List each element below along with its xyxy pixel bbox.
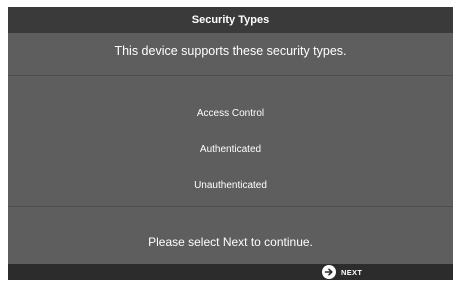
security-type-unauthenticated: Unauthenticated	[194, 180, 267, 191]
footer-bar: NEXT	[8, 264, 453, 280]
security-types-screen: Security Types This device supports thes…	[8, 7, 453, 280]
security-type-access-control: Access Control	[196, 108, 265, 119]
divider	[8, 206, 453, 207]
title-bar: Security Types	[8, 7, 453, 33]
instruction-text: Please select Next to continue.	[148, 235, 313, 249]
divider	[8, 75, 453, 76]
next-button[interactable]: NEXT	[322, 265, 362, 279]
arrow-right-circle-icon	[322, 265, 336, 279]
security-type-authenticated: Authenticated	[199, 144, 262, 155]
description-text: This device supports these security type…	[114, 44, 347, 58]
page-title: Security Types	[191, 14, 270, 26]
next-label: NEXT	[341, 267, 363, 277]
